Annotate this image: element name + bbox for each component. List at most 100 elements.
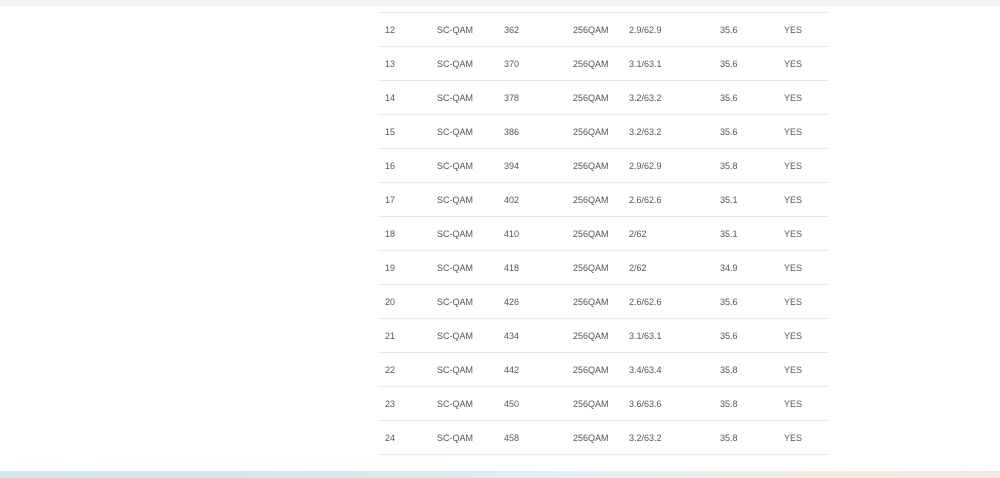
cell-power: 3.1/63.1 [622, 46, 713, 81]
cell-snr: 35.8 [713, 420, 777, 455]
cell-frequency: 378 [497, 80, 566, 115]
cell-power: 3.6/63.6 [622, 386, 713, 421]
cell-snr: 35.8 [713, 352, 777, 387]
cell-channel-type: SC-QAM [430, 284, 497, 319]
cell-snr: 35.6 [713, 318, 777, 353]
cell-lock-status: YES [777, 250, 828, 285]
cell-snr: 35.6 [713, 284, 777, 319]
table-row: 24 SC-QAM 458 256QAM 3.2/63.2 35.8 YES [378, 420, 828, 455]
cell-modulation: 256QAM [566, 420, 622, 455]
table-row: 23 SC-QAM 450 256QAM 3.6/63.6 35.8 YES [378, 386, 828, 421]
cell-channel-type: SC-QAM [430, 46, 497, 81]
table-row: 22 SC-QAM 442 256QAM 3.4/63.4 35.8 YES [378, 352, 828, 387]
table-row: 15 SC-QAM 386 256QAM 3.2/63.2 35.6 YES [378, 114, 828, 149]
cell-modulation: 256QAM [566, 386, 622, 421]
cell-channel-type: SC-QAM [430, 148, 497, 183]
cell-channel-id: 22 [378, 352, 430, 387]
cell-channel-id: 13 [378, 46, 430, 81]
cell-channel-type: SC-QAM [430, 250, 497, 285]
table-row: 14 SC-QAM 378 256QAM 3.2/63.2 35.6 YES [378, 80, 828, 115]
cell-snr: 34.9 [713, 250, 777, 285]
cell-lock-status: YES [777, 80, 828, 115]
cell-snr: 35.8 [713, 148, 777, 183]
cell-channel-id: 18 [378, 216, 430, 251]
cell-modulation: 256QAM [566, 148, 622, 183]
cell-channel-id: 20 [378, 284, 430, 319]
cell-frequency: 458 [497, 420, 566, 455]
table-row: 13 SC-QAM 370 256QAM 3.1/63.1 35.6 YES [378, 46, 828, 81]
cell-frequency: 402 [497, 182, 566, 217]
cell-channel-type: SC-QAM [430, 386, 497, 421]
cell-snr: 35.6 [713, 46, 777, 81]
downstream-channel-table: 12 SC-QAM 362 256QAM 2.9/62.9 35.6 YES 13 SC-QAM… [378, 12, 828, 455]
cell-frequency: 426 [497, 284, 566, 319]
table-row: 21 SC-QAM 434 256QAM 3.1/63.1 35.6 YES [378, 318, 828, 353]
table-row: 17 SC-QAM 402 256QAM 2.6/62.6 35.1 YES [378, 182, 828, 217]
cell-channel-id: 24 [378, 420, 430, 455]
cell-channel-id: 14 [378, 80, 430, 115]
cell-lock-status: YES [777, 352, 828, 387]
top-strip [0, 0, 1000, 6]
table-row: 12 SC-QAM 362 256QAM 2.9/62.9 35.6 YES [378, 12, 828, 47]
cell-power: 2/62 [622, 250, 713, 285]
cell-channel-type: SC-QAM [430, 420, 497, 455]
cell-frequency: 386 [497, 114, 566, 149]
cell-lock-status: YES [777, 420, 828, 455]
cell-channel-id: 12 [378, 12, 430, 47]
cell-channel-type: SC-QAM [430, 318, 497, 353]
cell-frequency: 450 [497, 386, 566, 421]
cell-power: 2.9/62.9 [622, 12, 713, 47]
cell-frequency: 394 [497, 148, 566, 183]
table-row: 19 SC-QAM 418 256QAM 2/62 34.9 YES [378, 250, 828, 285]
cell-modulation: 256QAM [566, 80, 622, 115]
cell-snr: 35.1 [713, 216, 777, 251]
cell-lock-status: YES [777, 114, 828, 149]
cell-frequency: 410 [497, 216, 566, 251]
cell-modulation: 256QAM [566, 284, 622, 319]
cell-modulation: 256QAM [566, 114, 622, 149]
cell-modulation: 256QAM [566, 182, 622, 217]
cell-channel-type: SC-QAM [430, 182, 497, 217]
cell-power: 2.6/62.6 [622, 284, 713, 319]
cell-snr: 35.6 [713, 114, 777, 149]
cell-power: 3.1/63.1 [622, 318, 713, 353]
cell-power: 3.2/63.2 [622, 420, 713, 455]
cell-modulation: 256QAM [566, 46, 622, 81]
cell-snr: 35.1 [713, 182, 777, 217]
cell-power: 3.4/63.4 [622, 352, 713, 387]
cell-frequency: 370 [497, 46, 566, 81]
cell-power: 2/62 [622, 216, 713, 251]
table-body: 12 SC-QAM 362 256QAM 2.9/62.9 35.6 YES 13 SC-QAM… [378, 12, 828, 455]
cell-frequency: 362 [497, 12, 566, 47]
cell-power: 2.9/62.9 [622, 148, 713, 183]
cell-channel-id: 23 [378, 386, 430, 421]
table-row: 20 SC-QAM 426 256QAM 2.6/62.6 35.6 YES [378, 284, 828, 319]
cell-channel-type: SC-QAM [430, 80, 497, 115]
cell-lock-status: YES [777, 12, 828, 47]
cell-snr: 35.8 [713, 386, 777, 421]
cell-snr: 35.6 [713, 80, 777, 115]
cell-power: 2.6/62.6 [622, 182, 713, 217]
cell-modulation: 256QAM [566, 216, 622, 251]
footer-bar [0, 471, 1000, 478]
cell-channel-id: 21 [378, 318, 430, 353]
cell-modulation: 256QAM [566, 250, 622, 285]
cell-lock-status: YES [777, 284, 828, 319]
cell-channel-id: 16 [378, 148, 430, 183]
cell-lock-status: YES [777, 386, 828, 421]
cell-snr: 35.6 [713, 12, 777, 47]
table-row: 16 SC-QAM 394 256QAM 2.9/62.9 35.8 YES [378, 148, 828, 183]
table-row: 18 SC-QAM 410 256QAM 2/62 35.1 YES [378, 216, 828, 251]
cell-lock-status: YES [777, 318, 828, 353]
cell-channel-id: 19 [378, 250, 430, 285]
cell-channel-id: 17 [378, 182, 430, 217]
cell-frequency: 442 [497, 352, 566, 387]
cell-lock-status: YES [777, 216, 828, 251]
cell-modulation: 256QAM [566, 352, 622, 387]
cell-channel-type: SC-QAM [430, 216, 497, 251]
cell-modulation: 256QAM [566, 12, 622, 47]
cell-channel-type: SC-QAM [430, 352, 497, 387]
cell-channel-type: SC-QAM [430, 12, 497, 47]
cell-lock-status: YES [777, 182, 828, 217]
page: 12 SC-QAM 362 256QAM 2.9/62.9 35.6 YES 13 SC-QAM… [0, 0, 1000, 478]
